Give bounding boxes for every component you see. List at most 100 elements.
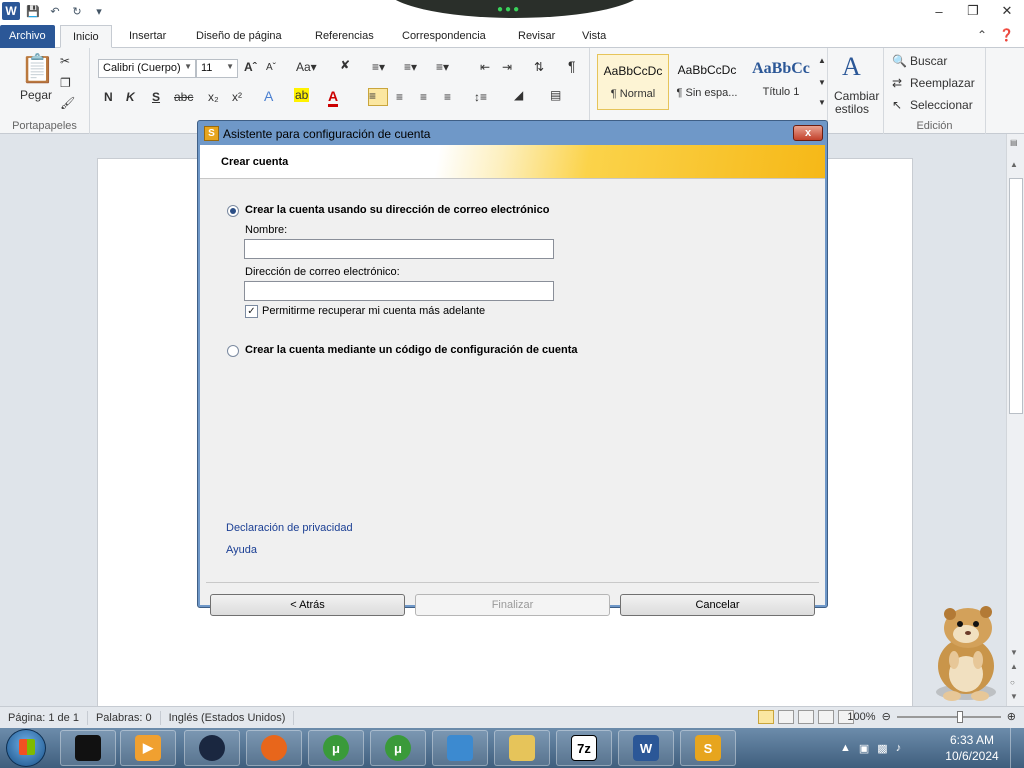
- word-icon[interactable]: W: [2, 2, 20, 20]
- minimize-icon[interactable]: –: [922, 0, 956, 22]
- ruler-toggle-icon[interactable]: ▤: [1010, 138, 1018, 147]
- change-styles-label-1[interactable]: Cambiar: [834, 89, 879, 103]
- font-name-select[interactable]: Calibri (Cuerpo) ▼: [98, 59, 196, 78]
- multilevel-list-icon[interactable]: ≡▾: [436, 60, 449, 74]
- tab-revisar[interactable]: Revisar: [506, 25, 567, 48]
- taskbar-app-7[interactable]: [432, 730, 488, 766]
- scrollbar-thumb[interactable]: [1009, 178, 1023, 414]
- restore-icon[interactable]: ❐: [956, 0, 990, 22]
- print-layout-icon[interactable]: [758, 710, 774, 724]
- full-screen-reading-icon[interactable]: [778, 710, 794, 724]
- taskbar-app-6[interactable]: μ: [370, 730, 426, 766]
- browse-object-icon[interactable]: ○: [1010, 678, 1015, 687]
- format-painter-icon[interactable]: 🖌: [60, 96, 75, 110]
- shading-icon[interactable]: ◢: [514, 88, 523, 102]
- zoom-in-icon[interactable]: ⊕: [1007, 710, 1016, 723]
- decrease-indent-icon[interactable]: ⇤: [480, 60, 490, 74]
- align-center-icon[interactable]: ≡: [396, 90, 403, 104]
- paste-label[interactable]: Pegar: [20, 88, 52, 102]
- cancel-button[interactable]: Cancelar: [620, 594, 815, 616]
- change-styles-label-2[interactable]: estilos: [835, 102, 869, 116]
- name-input[interactable]: [244, 239, 554, 259]
- highlight-icon[interactable]: ab: [294, 88, 310, 102]
- tab-referencias[interactable]: Referencias: [303, 25, 386, 48]
- tab-archivo[interactable]: Archivo: [0, 25, 55, 48]
- customize-icon[interactable]: ▾: [90, 2, 108, 20]
- text-effects-icon[interactable]: A: [264, 88, 273, 104]
- superscript-icon[interactable]: x²: [232, 90, 242, 104]
- vertical-scrollbar[interactable]: ▤ ▲ ▼ ▲ ○ ▼: [1006, 134, 1024, 706]
- show-desktop-button[interactable]: [1010, 728, 1024, 768]
- dialog-title-bar[interactable]: S Asistente para configuración de cuenta…: [198, 121, 827, 145]
- email-input[interactable]: [244, 281, 554, 301]
- back-button[interactable]: < Atrás: [210, 594, 405, 616]
- start-button[interactable]: [6, 729, 46, 767]
- change-styles-icon[interactable]: A: [842, 52, 861, 82]
- select-icon[interactable]: ↖: [892, 98, 902, 112]
- pilcrow-icon[interactable]: ¶: [568, 58, 576, 74]
- zoom-slider-thumb[interactable]: [956, 710, 963, 723]
- align-right-icon[interactable]: ≡: [420, 90, 427, 104]
- numbering-icon[interactable]: ≡▾: [404, 60, 417, 74]
- scroll-up-icon[interactable]: ▲: [1010, 160, 1018, 169]
- style-heading1[interactable]: AaBbCc Título 1: [745, 54, 817, 110]
- taskbar-app-10[interactable]: W: [618, 730, 674, 766]
- tab-correspondencia[interactable]: Correspondencia: [390, 25, 498, 48]
- tab-vista[interactable]: Vista: [570, 25, 618, 48]
- recover-account-checkbox[interactable]: ✓: [245, 305, 258, 318]
- clock[interactable]: 6:33 AM 10/6/2024: [944, 732, 1000, 764]
- minimize-ribbon-icon[interactable]: ⌃: [977, 28, 987, 42]
- tray-monitor-icon[interactable]: ▩: [877, 742, 887, 755]
- subscript-icon[interactable]: x₂: [208, 90, 219, 104]
- tray-app-icon[interactable]: ▣: [859, 742, 869, 755]
- next-page-icon[interactable]: ▼: [1010, 692, 1018, 701]
- paste-icon[interactable]: 📋: [20, 52, 55, 85]
- justify-icon[interactable]: ≡: [444, 90, 451, 104]
- status-words[interactable]: Palabras: 0: [88, 710, 161, 725]
- replace-button[interactable]: Reemplazar: [910, 76, 975, 90]
- help-link[interactable]: Ayuda: [226, 544, 257, 556]
- zoom-slider[interactable]: [896, 710, 1001, 723]
- cut-icon[interactable]: ✂: [60, 54, 70, 68]
- select-button[interactable]: Seleccionar: [910, 98, 973, 112]
- shrink-font-icon[interactable]: Aˇ: [266, 62, 276, 73]
- radio-create-with-email[interactable]: [227, 205, 239, 217]
- change-case-icon[interactable]: Aa▾: [296, 60, 317, 74]
- finish-button[interactable]: Finalizar: [415, 594, 610, 616]
- radio-create-with-code-label[interactable]: Crear la cuenta mediante un código de co…: [245, 344, 578, 356]
- radio-create-with-code[interactable]: [227, 345, 239, 357]
- taskbar-app-1[interactable]: [60, 730, 116, 766]
- radio-create-with-email-label[interactable]: Crear la cuenta usando su dirección de c…: [245, 204, 549, 216]
- styles-scroll-up-icon[interactable]: ▲: [818, 56, 826, 65]
- find-button[interactable]: Buscar: [910, 54, 947, 68]
- taskbar-app-3[interactable]: [184, 730, 240, 766]
- tab-inicio[interactable]: Inicio: [60, 25, 112, 48]
- increase-indent-icon[interactable]: ⇥: [502, 60, 512, 74]
- replace-icon[interactable]: ⇄: [892, 76, 902, 90]
- italic-icon[interactable]: K: [126, 90, 135, 104]
- borders-icon[interactable]: ▤: [550, 88, 561, 102]
- line-spacing-icon[interactable]: ↕≡: [474, 90, 487, 104]
- zoom-level[interactable]: 100%: [847, 711, 875, 723]
- styles-scroll-down-icon[interactable]: ▼: [818, 78, 826, 87]
- status-language[interactable]: Inglés (Estados Unidos): [161, 710, 295, 725]
- style-normal[interactable]: AaBbCcDc ¶ Normal: [597, 54, 669, 110]
- zoom-out-icon[interactable]: ⊖: [882, 710, 891, 723]
- scroll-down-icon[interactable]: ▼: [1010, 648, 1018, 657]
- bold-icon[interactable]: N: [104, 90, 113, 104]
- redo-icon[interactable]: ↻: [68, 2, 86, 20]
- dialog-close-button[interactable]: x: [793, 125, 823, 141]
- recover-account-label[interactable]: Permitirme recuperar mi cuenta más adela…: [262, 305, 485, 317]
- sort-icon[interactable]: ⇅: [534, 60, 544, 74]
- taskbar-app-2[interactable]: ▶: [120, 730, 176, 766]
- taskbar-app-4[interactable]: [246, 730, 302, 766]
- tab-insertar[interactable]: Insertar: [117, 25, 178, 48]
- grow-font-icon[interactable]: Aˆ: [244, 60, 257, 74]
- outline-view-icon[interactable]: [818, 710, 834, 724]
- strikethrough-icon[interactable]: abc: [174, 90, 193, 104]
- font-size-select[interactable]: 11 ▼: [196, 59, 238, 78]
- volume-icon[interactable]: ♪: [896, 742, 902, 754]
- underline-icon[interactable]: S: [152, 90, 160, 104]
- close-icon[interactable]: ✕: [990, 0, 1024, 22]
- privacy-statement-link[interactable]: Declaración de privacidad: [226, 522, 353, 534]
